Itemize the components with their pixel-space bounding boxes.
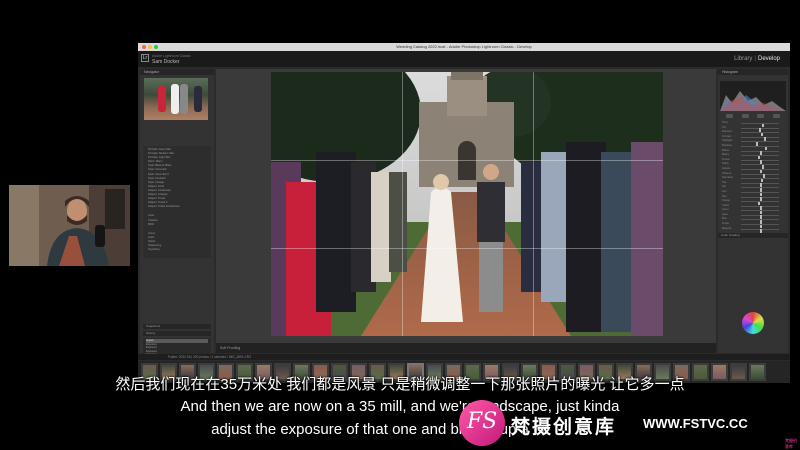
left-panel: Navigator Portraits: Deep Skin Portraits…	[140, 69, 214, 375]
soft-proofing-checkbox[interactable]: Soft Proofing	[220, 346, 240, 350]
watermark: FS 梵摄创意库 WWW.FSTVC.CC 梵摄创意库	[455, 398, 800, 449]
crop-tool-icon[interactable]	[726, 114, 734, 118]
watermark-url: WWW.FSTVC.CC	[643, 416, 748, 431]
slider-label: Highlights	[722, 139, 733, 143]
slider-label: Lum	[722, 189, 727, 193]
histogram-header[interactable]: Histogram	[718, 69, 788, 75]
slider-label: Purple	[722, 222, 729, 226]
tool-strip	[722, 114, 784, 118]
red-eye-tool-icon[interactable]	[757, 114, 765, 118]
slider-label: Whites	[722, 148, 730, 152]
identity-plate: Lr Adobe Lightroom Classic Sam Docker Li…	[138, 51, 790, 67]
slider-track[interactable]	[741, 228, 779, 233]
slider-label: Vibrance	[722, 171, 732, 175]
module-develop[interactable]: Develop	[758, 56, 780, 62]
slider-track[interactable]	[741, 187, 779, 192]
slider-label: Green	[722, 208, 729, 212]
slider-label: Contrast	[722, 134, 732, 138]
watermark-brand: 梵摄创意库	[511, 417, 617, 438]
slider-track[interactable]	[741, 132, 779, 137]
slider-label: Temp	[722, 121, 728, 124]
slider-track[interactable]	[741, 173, 779, 178]
slider-track[interactable]	[741, 168, 779, 174]
slider-label: Yellow	[722, 203, 729, 207]
slider-label: Clarity	[722, 162, 729, 166]
slider-track[interactable]	[741, 191, 779, 197]
develop-toolbar: Soft Proofing	[216, 343, 716, 353]
presets-panel: Portraits: Deep Skin Portraits: Medium S…	[143, 146, 211, 258]
slider-track[interactable]	[741, 123, 779, 128]
slider-label: Blue	[722, 217, 727, 221]
slider-track[interactable]	[741, 141, 779, 146]
slider-label: Magenta	[722, 226, 732, 230]
slider-label: Sat	[722, 185, 726, 189]
slider-label: Texture	[722, 157, 730, 161]
right-panel: Histogram Temp Tint Exposure Contrast Highli…	[718, 69, 788, 375]
histogram-graph	[720, 91, 786, 111]
module-picker: Library | Develop	[734, 56, 780, 62]
slider-row[interactable]: Magenta	[721, 226, 785, 233]
slider-track[interactable]	[741, 196, 779, 201]
slider-track[interactable]	[741, 164, 779, 169]
lightroom-logo-icon: Lr	[141, 54, 149, 62]
slider-track[interactable]	[741, 178, 779, 183]
slider-track[interactable]	[741, 205, 779, 210]
history-header[interactable]: History	[143, 331, 211, 336]
slider-track[interactable]	[741, 127, 779, 132]
preset-group[interactable]: Vignetting	[148, 248, 211, 252]
slider-label: Saturation	[722, 176, 733, 180]
slider-track[interactable]	[741, 150, 779, 155]
masking-tool-icon[interactable]	[772, 114, 780, 118]
loupe-view: Soft Proofing	[216, 69, 716, 353]
slider-label: Red	[722, 194, 727, 198]
slider-label: Blacks	[722, 153, 730, 157]
slider-label: Dehaze	[722, 166, 731, 170]
slider-handle[interactable]	[760, 229, 762, 233]
navigator-header[interactable]: Navigator	[140, 69, 214, 75]
slider-track[interactable]	[741, 159, 779, 164]
webcam-overlay	[9, 185, 130, 266]
slider-label: Orange	[722, 199, 730, 203]
title-bar: Wedding Catalog 2022.lrcat - Adobe Photo…	[138, 43, 790, 51]
slider-track[interactable]	[741, 155, 779, 160]
subtitle-chinese: 然后我们现在在35万米处 我们都是风景 只是稍微调整一下那张照片的曝光 让它多一…	[115, 376, 685, 393]
color-grading-header[interactable]: Color Grading	[718, 233, 788, 239]
lightroom-window: Wedding Catalog 2022.lrcat - Adobe Photo…	[138, 43, 790, 383]
watermark-small: 梵摄创意库	[785, 438, 797, 449]
slider-track[interactable]	[741, 224, 779, 229]
video-frame: Wedding Catalog 2022.lrcat - Adobe Photo…	[0, 0, 800, 450]
color-wheel[interactable]	[742, 312, 764, 334]
spot-removal-tool-icon[interactable]	[741, 114, 749, 118]
navigator-preview[interactable]	[144, 78, 208, 120]
slider-track[interactable]	[741, 210, 779, 215]
slider-track[interactable]	[741, 136, 779, 141]
slider-track[interactable]	[741, 201, 779, 206]
snapshots-header[interactable]: Snapshots	[143, 324, 211, 329]
wedding-photo[interactable]	[271, 72, 663, 336]
slider-label: Hue	[722, 180, 727, 184]
histogram	[720, 81, 786, 111]
slider-label: Shadows	[722, 143, 732, 147]
basic-panel-sliders: Temp Tint Exposure Contrast Highlights Shadow…	[718, 121, 788, 233]
window-title: Wedding Catalog 2022.lrcat - Adobe Photo…	[396, 44, 532, 49]
slider-label: Exposure	[722, 130, 733, 134]
slider-label: Aqua	[722, 212, 728, 216]
slider-track[interactable]	[741, 182, 779, 187]
wedding-photo-image	[271, 72, 663, 336]
slider-track[interactable]	[741, 219, 779, 224]
slider-label: Tint	[722, 125, 726, 129]
slider-track[interactable]	[741, 145, 779, 151]
identity-plate-name: Sam Docker	[152, 59, 180, 65]
identity-plate-subtitle: Adobe Lightroom Classic	[152, 54, 191, 58]
slider-track[interactable]	[741, 214, 779, 220]
watermark-logo: FS	[459, 400, 505, 446]
module-library[interactable]: Library	[734, 56, 752, 62]
presenter-image	[9, 185, 130, 266]
filmstrip-info: Folder: 2022-06 | 320 photos / 1 selecte…	[138, 354, 790, 360]
